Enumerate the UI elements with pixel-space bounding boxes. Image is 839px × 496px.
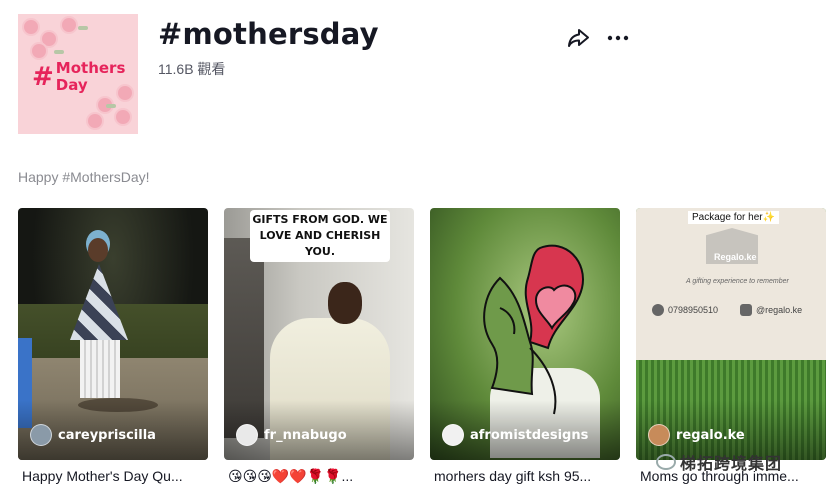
avatar [236,424,258,446]
scene-person [80,336,120,398]
video-card[interactable]: careypriscilla [18,208,208,460]
video-card[interactable]: afromistdesigns [430,208,620,460]
watermark-text: 梯拓跨境集团 [680,456,783,473]
more-dots-icon [607,35,629,41]
scene-person-head [328,282,362,324]
avatar [30,424,52,446]
stained-glass-art [483,244,584,415]
video-caption[interactable]: 😘😘😘❤️❤️🌹🌹... [228,468,418,485]
video-card[interactable]: GIFTS FROM GOD. WE LOVE AND CHERISH YOU.… [224,208,414,460]
instagram-handle: @regalo.ke [756,305,803,315]
scene-person-head [88,238,108,262]
username: careypriscilla [58,427,156,443]
cover-words: Mothers Day [55,59,126,94]
flower-decoration [88,114,102,128]
phone-icon [652,304,664,316]
flower-decoration [42,32,56,46]
wechat-icon [656,454,676,470]
video-caption[interactable]: morhers day gift ksh 95... [434,468,624,484]
video-author[interactable]: fr_nnabugo [236,424,347,446]
avatar [442,424,464,446]
flower-decoration [24,20,38,34]
video-overlay-text: GIFTS FROM GOD. WE LOVE AND CHERISH YOU. [250,210,390,262]
brand-phone: 0798950510 [652,304,718,316]
video-author[interactable]: afromistdesigns [442,424,588,446]
leaf-decoration [54,50,64,54]
video-author[interactable]: careypriscilla [30,424,156,446]
username: fr_nnabugo [264,427,347,443]
view-count: 11.6B 觀看 [158,61,226,77]
hashtag-cover-image: # Mothers Day [18,14,138,134]
share-arrow-icon [568,29,589,47]
leaf-decoration [78,26,88,30]
brand-name: Regalo.ke [714,252,757,262]
video-author[interactable]: regalo.ke [648,424,745,446]
cover-hash: # [32,62,54,92]
flower-decoration [32,44,46,58]
page-title: #mothersday [158,17,379,51]
brand-tagline: A gifting experience to remember [686,278,789,285]
flower-decoration [62,18,76,32]
video-overlay-text: Package for her✨ [688,211,780,224]
leaf-decoration [106,104,116,108]
more-options-button[interactable] [604,24,632,52]
watermark: 梯拓跨境集团 [656,450,782,474]
video-caption[interactable]: Happy Mother's Day Qu... [22,468,212,484]
brand-instagram: @regalo.ke [740,304,802,316]
avatar [648,424,670,446]
cover-text: # Mothers Day [32,60,126,94]
flower-decoration [116,110,130,124]
scene-person-poncho [70,264,128,340]
share-button[interactable] [564,24,592,52]
username: afromistdesigns [470,427,589,443]
hashtag-description: Happy #MothersDay! [18,169,150,185]
instagram-icon [740,304,752,316]
phone-number: 0798950510 [668,305,719,315]
video-card[interactable]: Package for her✨ Regalo.ke A gifting exp… [636,208,826,460]
username: regalo.ke [676,427,745,443]
